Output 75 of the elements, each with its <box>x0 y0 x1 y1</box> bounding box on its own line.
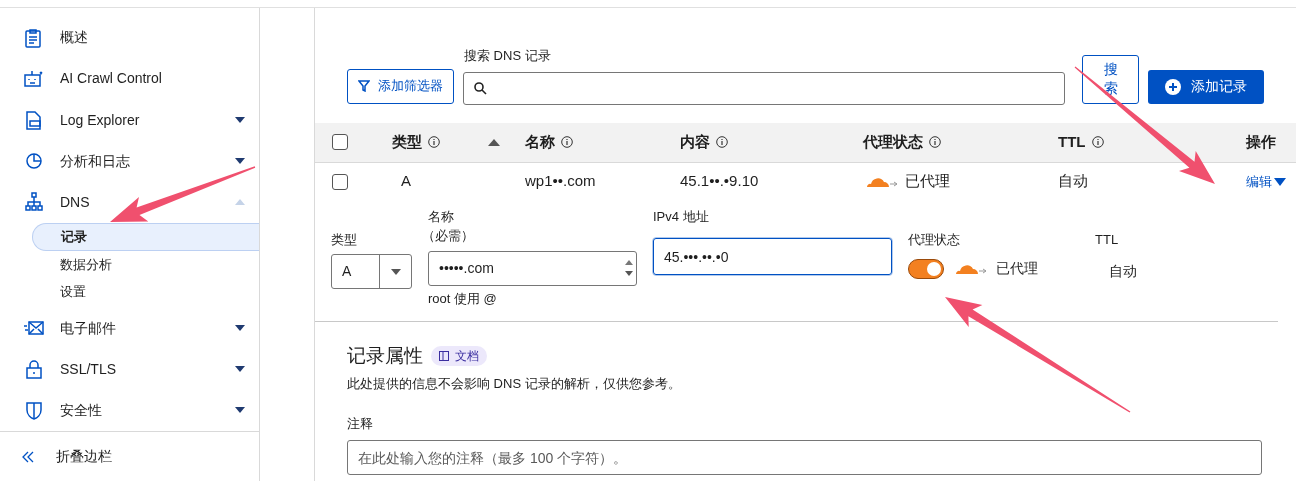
docs-badge[interactable]: 文档 <box>431 345 487 366</box>
lock-icon <box>24 359 44 380</box>
field-label: 代理状态 <box>908 230 961 249</box>
proxy-status-text: 已代理 <box>996 259 1038 278</box>
sidebar-item[interactable]: AI Crawl Control <box>60 68 245 90</box>
robot-icon <box>24 68 44 89</box>
field-label: 名称 <box>428 207 455 226</box>
search-field[interactable] <box>463 71 1065 105</box>
info-icon <box>561 136 573 148</box>
sidebar-subitem[interactable]: 记录 <box>32 223 259 251</box>
sidebar-item[interactable]: DNS <box>60 191 235 213</box>
sidebar-item[interactable]: 电子邮件 <box>60 317 235 339</box>
type-select[interactable]: A <box>331 254 412 289</box>
column-header[interactable]: 类型 <box>392 130 422 154</box>
caret-down-icon[interactable] <box>235 366 245 373</box>
add-record-button[interactable]: 添加记录 <box>1148 69 1264 104</box>
search-icon <box>474 81 487 95</box>
search-label: 搜索 DNS 记录 <box>464 47 552 65</box>
checkbox[interactable] <box>332 134 348 150</box>
checkbox[interactable] <box>332 173 348 190</box>
caret-down-icon <box>390 268 401 275</box>
proxy-toggle[interactable] <box>908 258 944 279</box>
filter-icon <box>358 80 370 92</box>
double-chevron-icon <box>22 450 34 463</box>
caret-icon <box>1274 177 1286 186</box>
shield-icon <box>24 400 44 421</box>
sidebar-item[interactable]: 概述 <box>60 27 245 49</box>
collapse-sidebar-button[interactable]: 折叠边栏 <box>56 446 112 467</box>
edit-dropdown[interactable]: 编辑 <box>1246 171 1286 192</box>
plus-circle-icon <box>1165 78 1181 95</box>
pie-chart-icon <box>24 151 44 172</box>
column-header[interactable]: 名称 <box>525 130 555 154</box>
spin-down-icon[interactable] <box>625 271 633 276</box>
sidebar-subitem[interactable]: 数据分析 <box>32 250 259 278</box>
info-icon <box>1091 136 1104 148</box>
sidebar-item[interactable]: SSL/TLS <box>60 358 235 380</box>
field-label: IPv4 地址 <box>653 207 710 226</box>
column-header[interactable]: 代理状态 <box>863 130 923 154</box>
sort-ascending-icon <box>488 138 500 146</box>
field-hint: （必需） <box>422 227 475 245</box>
comment-label: 注释 <box>347 414 374 433</box>
envelope-icon <box>24 318 44 338</box>
field-help: root 使用 @ <box>428 289 498 308</box>
comment-field[interactable]: 在此处输入您的注释（最多 100 个字符）。 <box>347 440 1262 475</box>
section-title: 记录属性 <box>347 343 423 368</box>
caret-down-icon[interactable] <box>235 325 245 331</box>
sidebar-item[interactable]: 分析和日志 <box>60 150 235 172</box>
table-cell: 自动 <box>1058 172 1088 190</box>
info-icon <box>929 136 941 148</box>
clipboard-icon <box>24 27 44 48</box>
info-icon <box>716 136 728 148</box>
caret-down-icon[interactable] <box>235 117 245 123</box>
caret-down-icon[interactable] <box>235 407 245 414</box>
column-header[interactable]: 操作 <box>1246 130 1276 154</box>
network-icon <box>24 192 44 213</box>
ipv4-field[interactable]: 45.•••.••.•0 <box>653 238 892 275</box>
section-description: 此处提供的信息不会影响 DNS 记录的解析，仅供您参考。 <box>347 375 682 393</box>
spin-up-icon[interactable] <box>625 260 633 265</box>
table-cell: 45.1••.•9.10 <box>680 172 759 190</box>
column-header[interactable]: TTL <box>1058 130 1086 154</box>
table-cell: wp1••.com <box>525 172 596 190</box>
add-filter-button[interactable]: 添加筛选器 <box>347 68 454 104</box>
ttl-value: 自动 <box>1108 262 1137 281</box>
field-label: TTL <box>1095 230 1120 249</box>
table-cell-text: 已代理 <box>905 171 950 192</box>
name-field[interactable]: •••••.com <box>428 250 637 286</box>
info-icon <box>428 136 440 148</box>
sidebar-item[interactable]: Log Explorer <box>60 109 235 131</box>
column-header[interactable]: 内容 <box>680 130 710 154</box>
table-cell: A <box>401 172 411 190</box>
sidebar-item[interactable]: 安全性 <box>60 399 235 421</box>
document-icon <box>24 110 44 130</box>
sidebar-subitem[interactable]: 设置 <box>32 278 259 306</box>
field-label: 类型 <box>331 230 358 249</box>
book-icon <box>439 350 449 361</box>
